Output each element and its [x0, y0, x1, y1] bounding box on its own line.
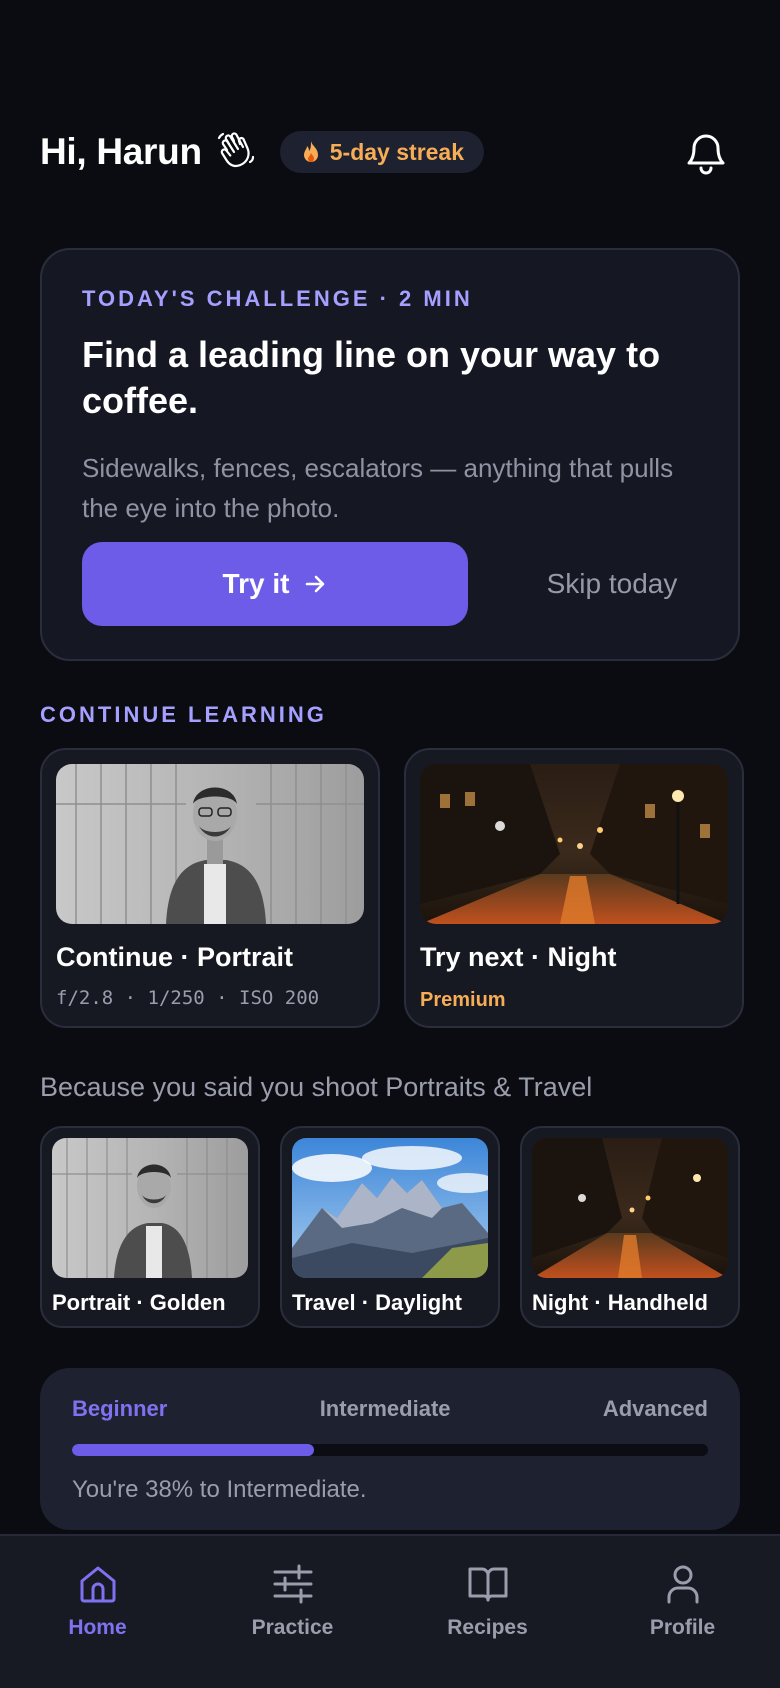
challenge-description: Sidewalks, fences, escalators — anything…: [82, 453, 674, 523]
flame-icon: [303, 141, 318, 162]
lesson-card-portrait[interactable]: Continue · Portrait f/2.8 · 1/250 · ISO …: [40, 748, 380, 1028]
nav-label: Profile: [649, 1616, 716, 1639]
night-street-photo: [532, 1138, 728, 1278]
nav-label: Home: [68, 1616, 127, 1639]
nav-recipes[interactable]: Recipes: [390, 1536, 585, 1688]
nav-label: Recipes: [447, 1616, 528, 1639]
nav-practice[interactable]: Practice: [195, 1536, 390, 1688]
try-it-button[interactable]: Try it: [82, 542, 468, 626]
header: Hi, Harun 5-day streak: [40, 122, 740, 182]
lesson-card-title: Try next · Night: [420, 942, 617, 972]
nav-home[interactable]: Home: [0, 1536, 195, 1688]
recommendation-card-travel[interactable]: Travel · Daylight: [280, 1126, 500, 1328]
nav-label: Practice: [251, 1616, 334, 1639]
home-icon: [80, 1566, 115, 1603]
night-street-photo: [420, 764, 728, 924]
level-progress-fill: [72, 1444, 314, 1456]
bell-icon[interactable]: [684, 128, 728, 176]
level-progress-card: Beginner Intermediate Advanced You're 38…: [40, 1368, 740, 1530]
level-tab-advanced[interactable]: Advanced: [603, 1396, 708, 1422]
premium-badge: Premium: [420, 989, 506, 1011]
recommendation-title: Night · Handheld: [532, 1290, 708, 1315]
level-status: You're 38% to Intermediate.: [72, 1476, 367, 1503]
level-tabs: Beginner Intermediate Advanced: [72, 1396, 708, 1422]
greeting: Hi, Harun: [40, 131, 202, 172]
recommendation-card-night[interactable]: Night · Handheld: [520, 1126, 740, 1328]
arrow-right-icon: [306, 575, 325, 593]
level-progress-bar: [72, 1444, 708, 1456]
book-icon: [468, 1567, 507, 1602]
streak-label: 5-day streak: [329, 138, 465, 165]
recommendation-card-portrait[interactable]: Portrait · Golden: [40, 1126, 260, 1328]
mountain-photo: [292, 1138, 488, 1278]
portrait-photo: [56, 764, 364, 924]
lesson-card-night[interactable]: Try next · Night Premium: [404, 748, 744, 1028]
user-icon: [667, 1565, 698, 1604]
challenge-card: TODAY'S CHALLENGE · 2 MIN Find a leading…: [40, 248, 740, 661]
nav-profile[interactable]: Profile: [585, 1536, 780, 1688]
recommendation-title: Portrait · Golden: [52, 1290, 226, 1315]
continue-learning-heading: CONTINUE LEARNING: [40, 702, 327, 727]
challenge-title: Find a leading line on your way to coffe…: [82, 334, 661, 421]
challenge-eyebrow: TODAY'S CHALLENGE · 2 MIN: [82, 286, 473, 311]
bottom-nav: Home Practice Recipes Profile: [0, 1534, 780, 1688]
lesson-card-title: Continue · Portrait: [56, 942, 293, 972]
sliders-icon: [273, 1564, 312, 1604]
lesson-card-meta: f/2.8 · 1/250 · ISO 200: [56, 987, 320, 1009]
waving-hand-icon: [217, 132, 254, 168]
streak-badge: 5-day streak: [279, 131, 485, 173]
level-tab-intermediate[interactable]: Intermediate: [320, 1396, 451, 1422]
level-tab-beginner[interactable]: Beginner: [72, 1396, 167, 1422]
try-it-label: Try it: [222, 568, 290, 599]
recommendation-title: Travel · Daylight: [292, 1290, 462, 1315]
skip-today-button[interactable]: Skip today: [522, 542, 702, 626]
portrait-photo: [52, 1138, 248, 1278]
recommendations-heading: Because you said you shoot Portraits & T…: [40, 1072, 593, 1102]
